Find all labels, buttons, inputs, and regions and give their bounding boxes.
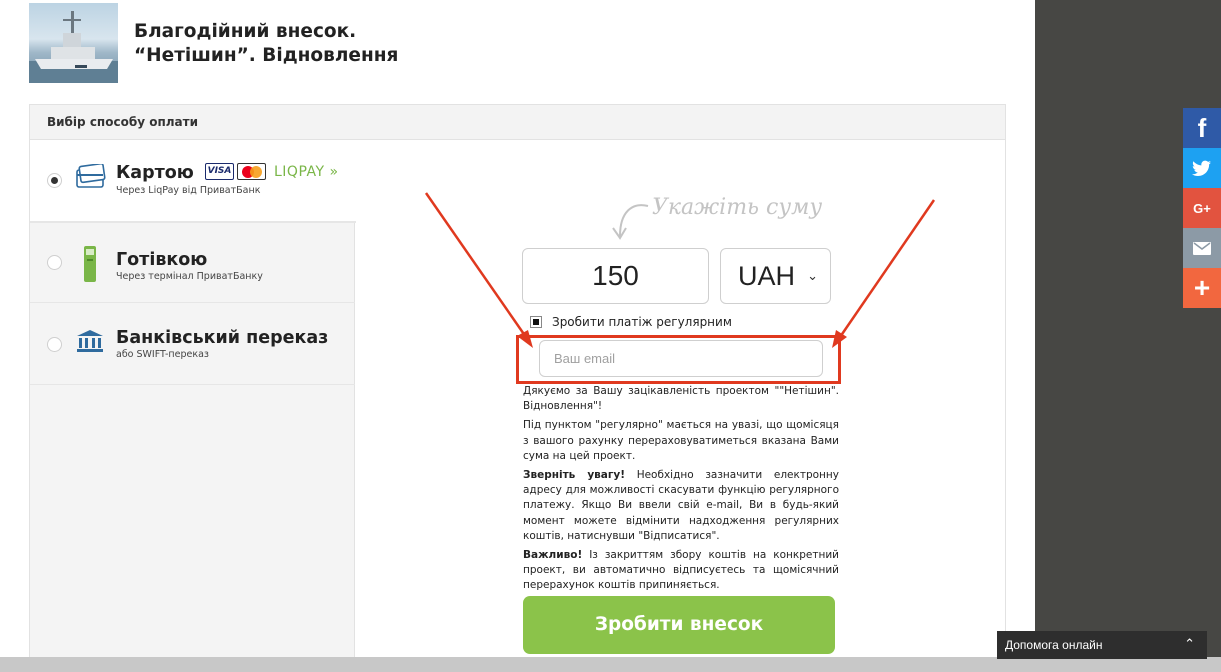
mail-icon [1193, 241, 1211, 255]
terminal-icon [82, 245, 98, 287]
card-logos: VISA LIQPAY » [205, 163, 339, 180]
chevron-down-icon: ⌄ [807, 268, 818, 283]
page-title-line2: “Нетішин”. Відновлення [134, 45, 399, 66]
info-attention-bold: Зверніть увагу! [523, 469, 626, 482]
page-title-line1: Благодійний внесок. [134, 21, 357, 42]
bank-icon [76, 329, 104, 357]
info-important: Важливо! Із закриттям збору коштів на ко… [523, 548, 839, 594]
method-card[interactable]: Картою Через LiqPay від ПриватБанк VISA … [30, 140, 356, 223]
regular-payment-checkbox[interactable] [530, 316, 542, 328]
plus-icon: + [1193, 272, 1211, 303]
page-title: Благодійний внесок. “Нетішин”. Відновлен… [134, 20, 398, 68]
method-card-label: Картою [116, 163, 194, 183]
more-share-button[interactable]: + [1183, 268, 1221, 308]
payment-card: Вибір способу оплати Картою Через LiqPay… [29, 104, 1006, 672]
info-important-bold: Важливо! [523, 549, 583, 562]
online-help-widget[interactable]: Допомога онлайн ⌃ [997, 631, 1207, 659]
liqpay-logo: LIQPAY » [274, 163, 339, 180]
email-input[interactable] [539, 340, 823, 377]
info-regular: Під пунктом "регулярно" мається на увазі… [523, 419, 839, 462]
method-card-radio[interactable] [47, 173, 62, 188]
payment-method-header: Вибір способу оплати [30, 105, 1005, 140]
info-thanks: Дякуємо за Вашу зацікавленість проектом … [523, 385, 839, 413]
method-cash-radio[interactable] [47, 255, 62, 270]
method-bank-sub: або SWIFT-переказ [116, 349, 209, 360]
donate-button[interactable]: Зробити внесок [523, 596, 835, 654]
email-share-button[interactable] [1183, 228, 1221, 268]
regular-payment-option[interactable]: Зробити платіж регулярним [530, 315, 732, 329]
liqpay-logo-text: LIQPAY [274, 163, 325, 180]
method-bank-transfer[interactable]: Банківський переказ або SWIFT-переказ [30, 303, 355, 385]
method-cash-label: Готівкою [116, 250, 208, 270]
currency-select[interactable]: UAH ⌄ [720, 248, 831, 304]
project-thumbnail [29, 3, 118, 83]
method-card-sub: Через LiqPay від ПриватБанк [116, 185, 261, 196]
info-text: Дякуємо за Вашу зацікавленість проектом … [523, 384, 839, 598]
amount-hint: Укажіть суму [652, 195, 823, 220]
mastercard-logo [237, 163, 266, 180]
method-bank-label: Банківський переказ [116, 328, 329, 348]
bottom-bar [0, 657, 1221, 672]
twitter-share-button[interactable] [1183, 148, 1221, 188]
twitter-icon [1192, 160, 1211, 176]
googleplus-share-button[interactable]: G+ [1183, 188, 1221, 228]
googleplus-icon: G+ [1193, 200, 1211, 216]
info-attention: Зверніть увагу! Необхідно зазначити елек… [523, 468, 839, 544]
chevron-up-icon: ⌃ [1184, 636, 1195, 651]
visa-logo: VISA [205, 163, 234, 180]
hint-arrow-icon [612, 204, 649, 240]
regular-payment-label: Зробити платіж регулярним [552, 315, 732, 329]
currency-value: UAH [738, 261, 796, 291]
method-cash[interactable]: Готівкою Через термінал ПриватБанку [30, 223, 355, 303]
method-cash-sub: Через термінал ПриватБанку [116, 271, 263, 282]
right-side-panel [1035, 0, 1221, 672]
amount-input[interactable]: 150 [522, 248, 709, 304]
method-bank-radio[interactable] [47, 337, 62, 352]
facebook-share-button[interactable]: f [1183, 108, 1221, 148]
facebook-icon: f [1197, 112, 1207, 143]
credit-card-icon [76, 162, 106, 194]
online-help-label: Допомога онлайн [1005, 638, 1103, 652]
